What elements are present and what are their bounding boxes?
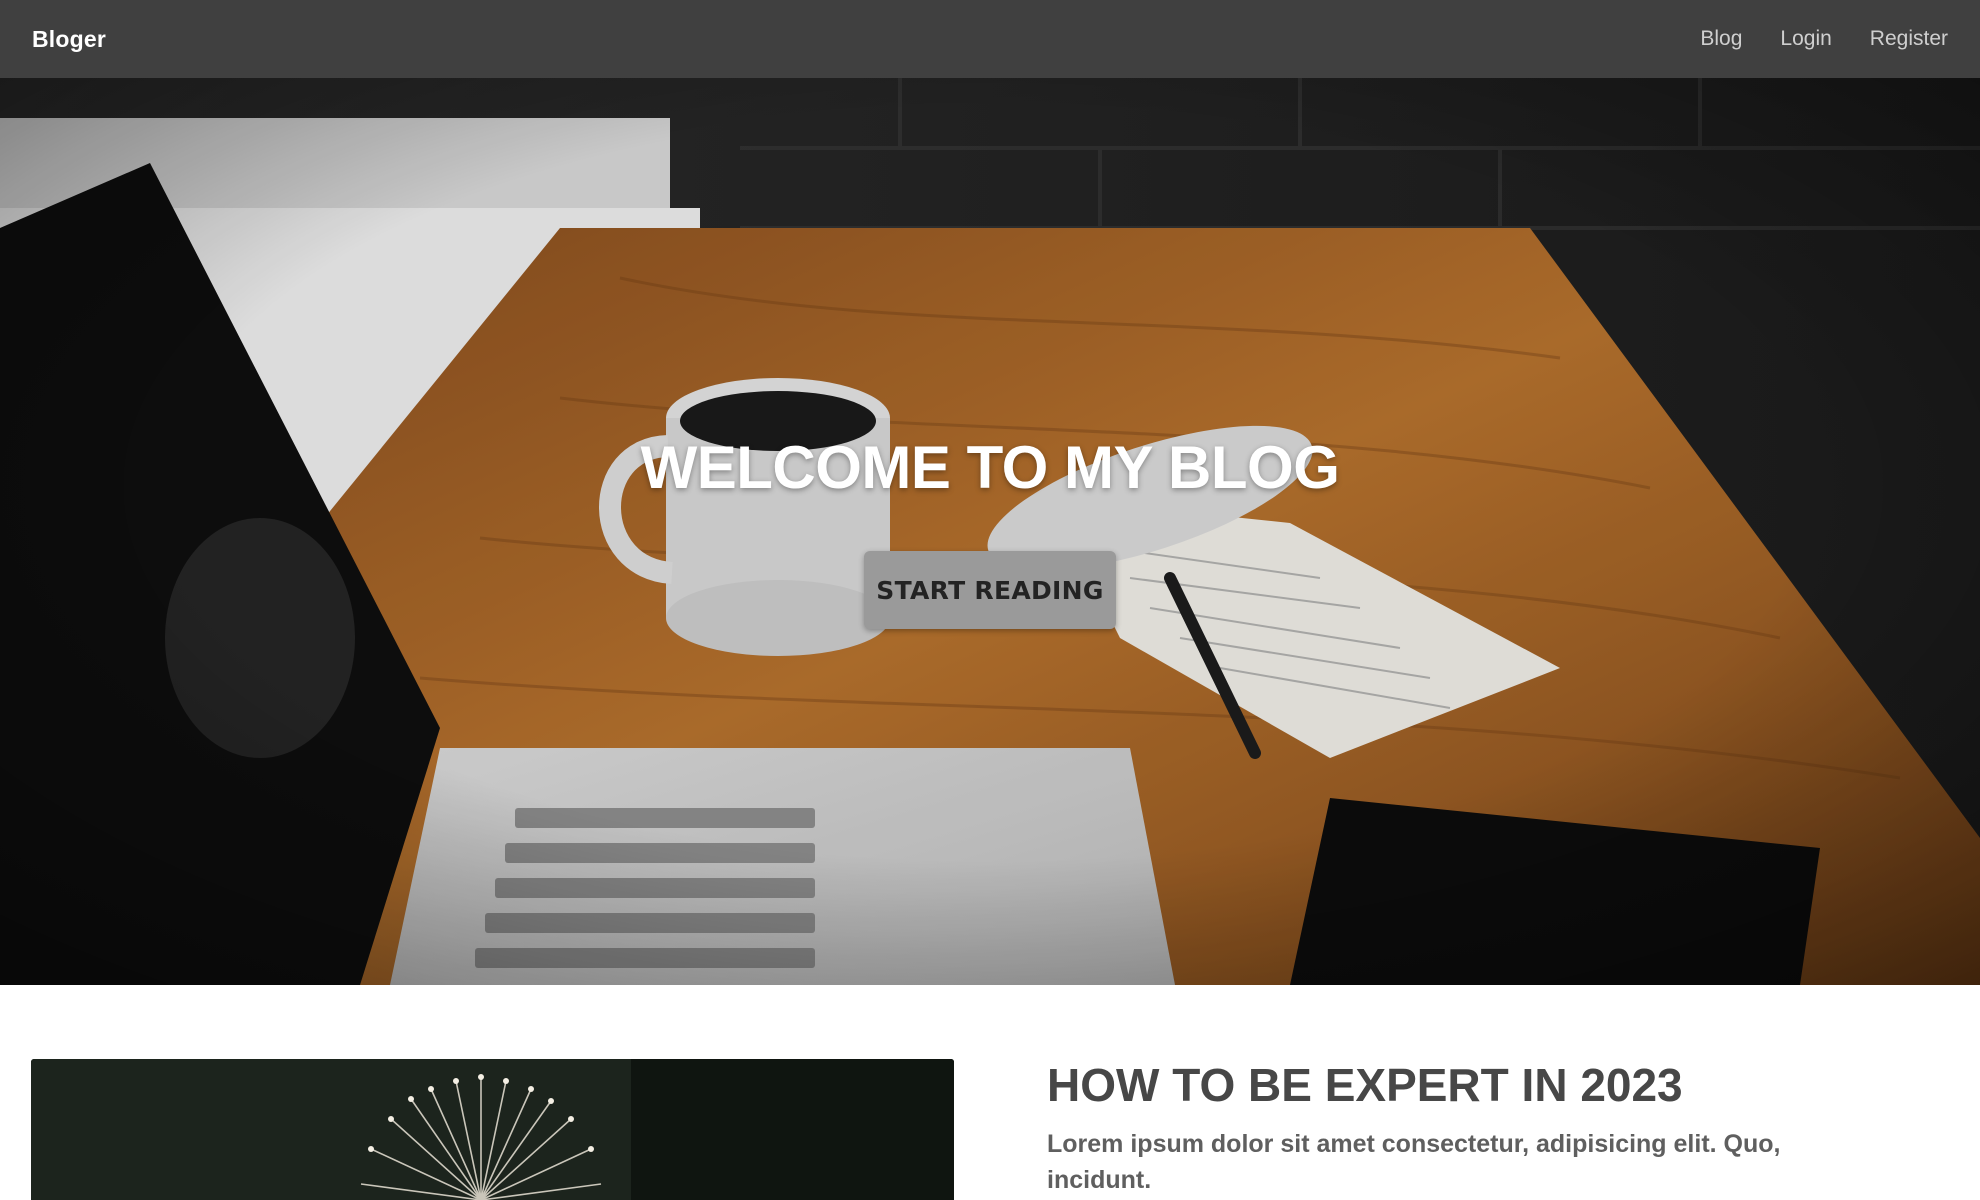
dandelion-icon [31, 1059, 954, 1200]
hero-overlay: WELCOME TO MY BLOG START READING [0, 78, 1980, 985]
brand-logo[interactable]: Bloger [32, 26, 106, 53]
post-thumbnail[interactable] [31, 1059, 954, 1200]
hero-title: WELCOME TO MY BLOG [640, 434, 1340, 501]
nav-link-register[interactable]: Register [1870, 27, 1948, 51]
hero-section: WELCOME TO MY BLOG START READING [0, 78, 1980, 985]
top-navbar: Bloger Blog Login Register [0, 0, 1980, 78]
nav-link-login[interactable]: Login [1780, 27, 1831, 51]
post-excerpt: Lorem ipsum dolor sit amet consectetur, … [1047, 1130, 1781, 1194]
post-title[interactable]: HOW TO BE EXPERT IN 2023 [1047, 1058, 1683, 1112]
nav-links: Blog Login Register [1700, 27, 1948, 51]
nav-link-blog[interactable]: Blog [1700, 27, 1742, 51]
start-reading-button[interactable]: START READING [864, 551, 1116, 629]
